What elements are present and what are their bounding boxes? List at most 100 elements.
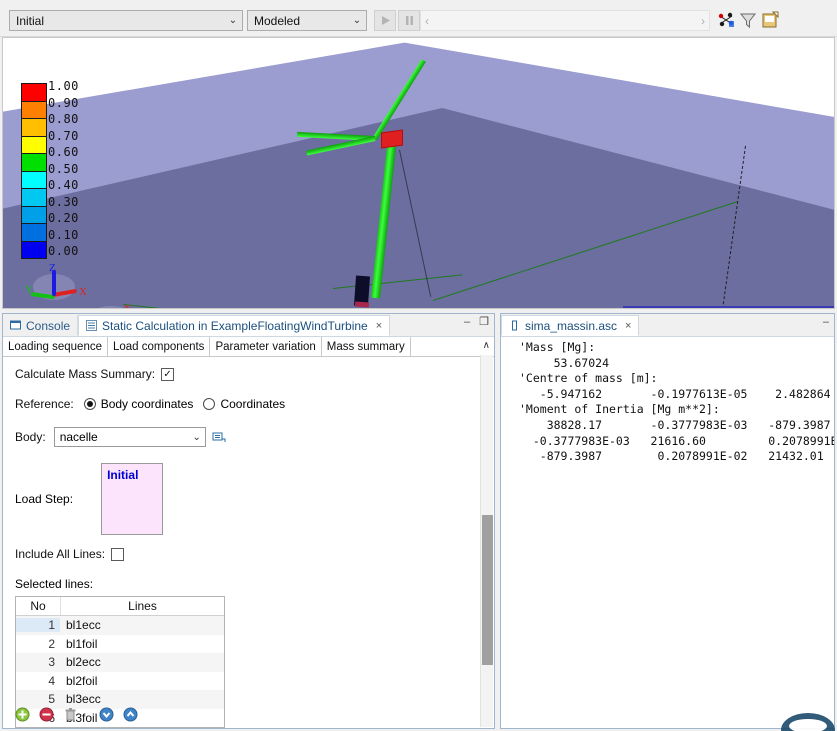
add-icon[interactable] <box>15 707 30 722</box>
legend-band-0 <box>22 84 46 102</box>
table-row[interactable]: 2bl1foil <box>16 635 224 654</box>
subtab-loading-sequence[interactable]: Loading sequence <box>3 337 108 356</box>
file-editor-content[interactable]: 'Mass [Mg]: 53.67024 'Centre of mass [m]… <box>501 337 834 728</box>
subtab-load-components[interactable]: Load components <box>108 337 210 356</box>
table-row[interactable]: 1bl1ecc <box>16 616 224 635</box>
calculate-mass-summary-checkbox[interactable]: ✓ <box>161 368 174 381</box>
load-step-listbox[interactable]: Initial <box>101 463 163 535</box>
tab-static-calculation-label: Static Calculation in ExampleFloatingWin… <box>102 319 368 333</box>
maximize-button[interactable]: ❐ <box>479 317 489 328</box>
application-window: Initial ⌄ Modeled ⌄ ‹ › <box>0 0 837 731</box>
tab-static-calculation[interactable]: Static Calculation in ExampleFloatingWin… <box>78 315 390 336</box>
axes-icon[interactable] <box>716 10 736 30</box>
pause-button[interactable] <box>398 10 420 31</box>
table-action-toolbar <box>15 707 138 722</box>
legend-label-0: 1.00 <box>48 78 98 95</box>
turbine-blade <box>373 59 426 140</box>
mass-summary-output-text: 'Mass [Mg]: 53.67024 'Centre of mass [m]… <box>519 340 834 465</box>
table-cell-line: bl1ecc <box>60 618 224 632</box>
axis-triad-widget: X Y Z <box>25 266 93 309</box>
nav-next-arrow[interactable]: › <box>701 14 705 28</box>
table-row[interactable]: 5bl3ecc <box>16 690 224 709</box>
compass-north-label: N <box>124 304 131 309</box>
pause-icon <box>405 16 414 25</box>
move-down-icon[interactable] <box>99 707 114 722</box>
close-icon[interactable]: × <box>625 320 631 332</box>
table-cell-line: bl1foil <box>60 637 224 651</box>
subtab-mass-summary[interactable]: Mass summary <box>322 337 411 356</box>
state-combo-value: Initial <box>10 14 224 28</box>
turbine-tower <box>371 143 396 298</box>
minimize-button[interactable]: – <box>464 317 470 328</box>
legend-label-9: 0.10 <box>48 227 98 244</box>
legend-band-7 <box>22 207 46 225</box>
table-cell-line: bl2ecc <box>60 655 224 669</box>
minimize-button[interactable]: – <box>823 317 829 328</box>
nav-prev-arrow[interactable]: ‹ <box>425 14 429 28</box>
legend-band-1 <box>22 102 46 120</box>
reference-row: Reference: Body coordinates Coordinates <box>15 397 494 411</box>
snapshot-icon[interactable] <box>760 10 780 30</box>
reference-link-icon[interactable] <box>212 430 226 444</box>
3d-viewport[interactable]: 1.000.900.800.700.600.500.400.300.200.10… <box>2 37 835 309</box>
filter-icon[interactable] <box>738 10 758 30</box>
close-icon[interactable]: × <box>376 320 382 332</box>
tab-console[interactable]: Console <box>3 315 78 336</box>
radio-coordinates[interactable]: Coordinates <box>203 397 285 411</box>
legend-label-1: 0.90 <box>48 95 98 112</box>
legend-label-8: 0.20 <box>48 210 98 227</box>
radio-body-coordinates-button[interactable] <box>84 398 96 410</box>
table-cell-line: bl3ecc <box>60 692 224 706</box>
top-toolbar: Initial ⌄ Modeled ⌄ ‹ › <box>0 0 837 37</box>
legend-band-6 <box>22 189 46 207</box>
play-icon <box>381 16 390 25</box>
chevron-down-icon: ⌄ <box>189 432 205 443</box>
table-cell-no: 2 <box>16 637 60 651</box>
table-cell-no: 5 <box>16 692 60 706</box>
color-scale-legend <box>21 83 47 259</box>
x-axis-label: X <box>79 286 87 298</box>
move-up-icon[interactable] <box>123 707 138 722</box>
column-header-no: No <box>16 597 61 615</box>
column-header-lines: Lines <box>61 597 224 615</box>
load-step-item[interactable]: Initial <box>107 468 138 482</box>
file-editor-panel: sima_massin.asc × – 'Mass [Mg]: 53.67024… <box>500 313 835 729</box>
remove-icon[interactable] <box>39 707 54 722</box>
console-icon <box>10 320 21 331</box>
body-combo[interactable]: nacelle ⌄ <box>54 427 206 447</box>
left-panel-scrollbar-thumb[interactable] <box>482 515 493 665</box>
calculate-mass-summary-row: Calculate Mass Summary: ✓ <box>15 367 494 381</box>
z-axis-label: Z <box>49 262 56 274</box>
turbine-waterline-band <box>355 302 369 308</box>
table-row[interactable]: 4bl2foil <box>16 672 224 691</box>
compass-widget: N <box>91 306 131 309</box>
table-cell-no: 4 <box>16 674 60 688</box>
left-panel-scrollbar[interactable] <box>480 355 493 727</box>
tab-sima-massin-label: sima_massin.asc <box>525 319 617 333</box>
legend-band-3 <box>22 137 46 155</box>
radio-body-coordinates[interactable]: Body coordinates <box>84 397 194 411</box>
delete-icon[interactable] <box>63 707 78 722</box>
timeline-navbar[interactable]: ‹ › <box>420 10 710 31</box>
legend-label-6: 0.40 <box>48 177 98 194</box>
selected-lines-label: Selected lines: <box>15 577 494 591</box>
subtab-collapse-icon[interactable]: ∧ <box>483 340 490 351</box>
include-all-lines-checkbox[interactable] <box>111 548 124 561</box>
legend-label-10: 0.00 <box>48 243 98 260</box>
display-mode-combo[interactable]: Modeled ⌄ <box>247 10 367 31</box>
turbine-nacelle <box>381 129 403 148</box>
subtab-parameter-variation[interactable]: Parameter variation <box>210 337 321 356</box>
state-combo[interactable]: Initial ⌄ <box>9 10 243 31</box>
calculate-mass-summary-label: Calculate Mass Summary: <box>15 367 155 381</box>
table-header-row: No Lines <box>16 597 224 616</box>
legend-band-4 <box>22 154 46 172</box>
tab-sima-massin-asc[interactable]: sima_massin.asc × <box>501 315 639 336</box>
chevron-down-icon: ⌄ <box>224 15 242 26</box>
table-row[interactable]: 3bl2ecc <box>16 653 224 672</box>
play-button[interactable] <box>374 10 396 31</box>
load-step-label: Load Step: <box>15 492 73 506</box>
load-step-row: Load Step: Initial <box>15 463 494 535</box>
legend-band-8 <box>22 224 46 242</box>
radio-coordinates-button[interactable] <box>203 398 215 410</box>
legend-label-5: 0.50 <box>48 161 98 178</box>
